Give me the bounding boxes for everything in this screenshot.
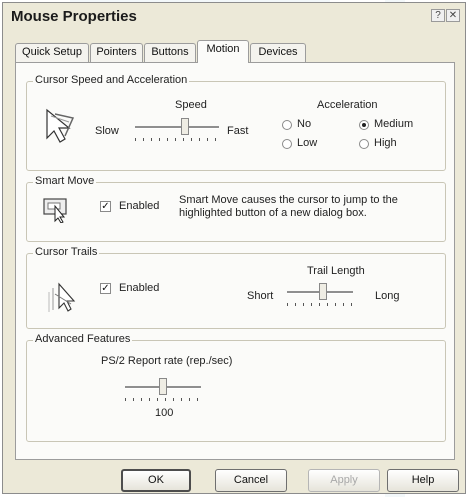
short-label: Short [247, 290, 274, 302]
report-rate-slider[interactable] [125, 377, 201, 401]
cancel-button[interactable]: Cancel [215, 469, 287, 492]
cursor-speed-icon [46, 108, 75, 143]
trail-slider-thumb[interactable] [319, 283, 327, 300]
acceleration-low-radio[interactable] [282, 139, 292, 149]
smart-move-group-label: Smart Move [33, 175, 97, 187]
speed-slider-ticks [135, 138, 219, 141]
trail-slider-ticks [287, 303, 353, 306]
acceleration-medium-radio[interactable] [359, 120, 369, 130]
speed-label: Speed [175, 99, 207, 111]
ok-button[interactable]: OK [121, 469, 191, 492]
smart-move-enabled-checkbox[interactable]: ✓ [100, 201, 111, 212]
acceleration-label: Acceleration [317, 99, 378, 111]
speed-group-label: Cursor Speed and Acceleration [33, 74, 190, 86]
window-title: Mouse Properties [11, 8, 137, 25]
report-rate-label: PS/2 Report rate (rep./sec) [101, 355, 233, 367]
help-title-button[interactable]: ? [431, 9, 445, 22]
long-label: Long [375, 290, 400, 302]
advanced-features-group-label: Advanced Features [33, 333, 133, 345]
advanced-features-group: Advanced Features PS/2 Report rate (rep.… [26, 333, 446, 442]
acceleration-no-radio[interactable] [282, 120, 292, 130]
speed-slider-track [135, 126, 219, 129]
motion-tab-panel: Cursor Speed and Acceleration Speed Slow… [15, 62, 455, 460]
acceleration-high-radio[interactable] [359, 139, 369, 149]
cursor-trails-group-label: Cursor Trails [33, 246, 100, 258]
title-bar: Mouse Properties ? ✕ [3, 3, 465, 29]
tab-pointers[interactable]: Pointers [90, 43, 143, 62]
smart-move-enabled-label: Enabled [119, 200, 160, 212]
smart-move-group: Smart Move ✓ Enabled Smart Move causes t… [26, 175, 446, 242]
cursor-trails-icon [48, 282, 76, 312]
report-rate-value: 100 [155, 407, 174, 419]
tab-buttons[interactable]: Buttons [144, 43, 196, 62]
cursor-trails-enabled-checkbox[interactable]: ✓ [100, 283, 111, 294]
acceleration-medium-label: Medium [374, 118, 414, 130]
help-button[interactable]: Help [387, 469, 459, 492]
trail-length-slider[interactable] [287, 282, 353, 306]
tab-quick-setup[interactable]: Quick Setup [15, 43, 89, 62]
acceleration-low-label: Low [297, 137, 318, 149]
smart-move-icon [43, 198, 67, 223]
speed-slider[interactable] [135, 117, 219, 141]
acceleration-no-label: No [297, 118, 312, 130]
report-rate-slider-thumb[interactable] [159, 378, 167, 395]
fast-label: Fast [227, 125, 249, 137]
tab-devices[interactable]: Devices [250, 43, 306, 62]
close-title-button[interactable]: ✕ [446, 9, 460, 22]
trail-length-label: Trail Length [307, 265, 365, 277]
speed-acceleration-group: Cursor Speed and Acceleration Speed Slow… [26, 74, 446, 171]
smart-move-description: Smart Move causes the cursor to jump to … [179, 194, 398, 219]
slow-label: Slow [95, 125, 119, 137]
cursor-trails-group: Cursor Trails ✓ Enabled Trail Length Sho… [26, 246, 446, 329]
cursor-trails-enabled-label: Enabled [119, 282, 160, 294]
speed-slider-thumb[interactable] [181, 118, 189, 135]
tab-motion[interactable]: Motion [197, 40, 249, 63]
mouse-properties-dialog: Mouse Properties ? ✕ Quick Setup Pointer… [2, 2, 466, 494]
report-rate-slider-ticks [125, 398, 201, 401]
apply-button[interactable]: Apply [308, 469, 380, 492]
acceleration-high-label: High [374, 137, 397, 149]
